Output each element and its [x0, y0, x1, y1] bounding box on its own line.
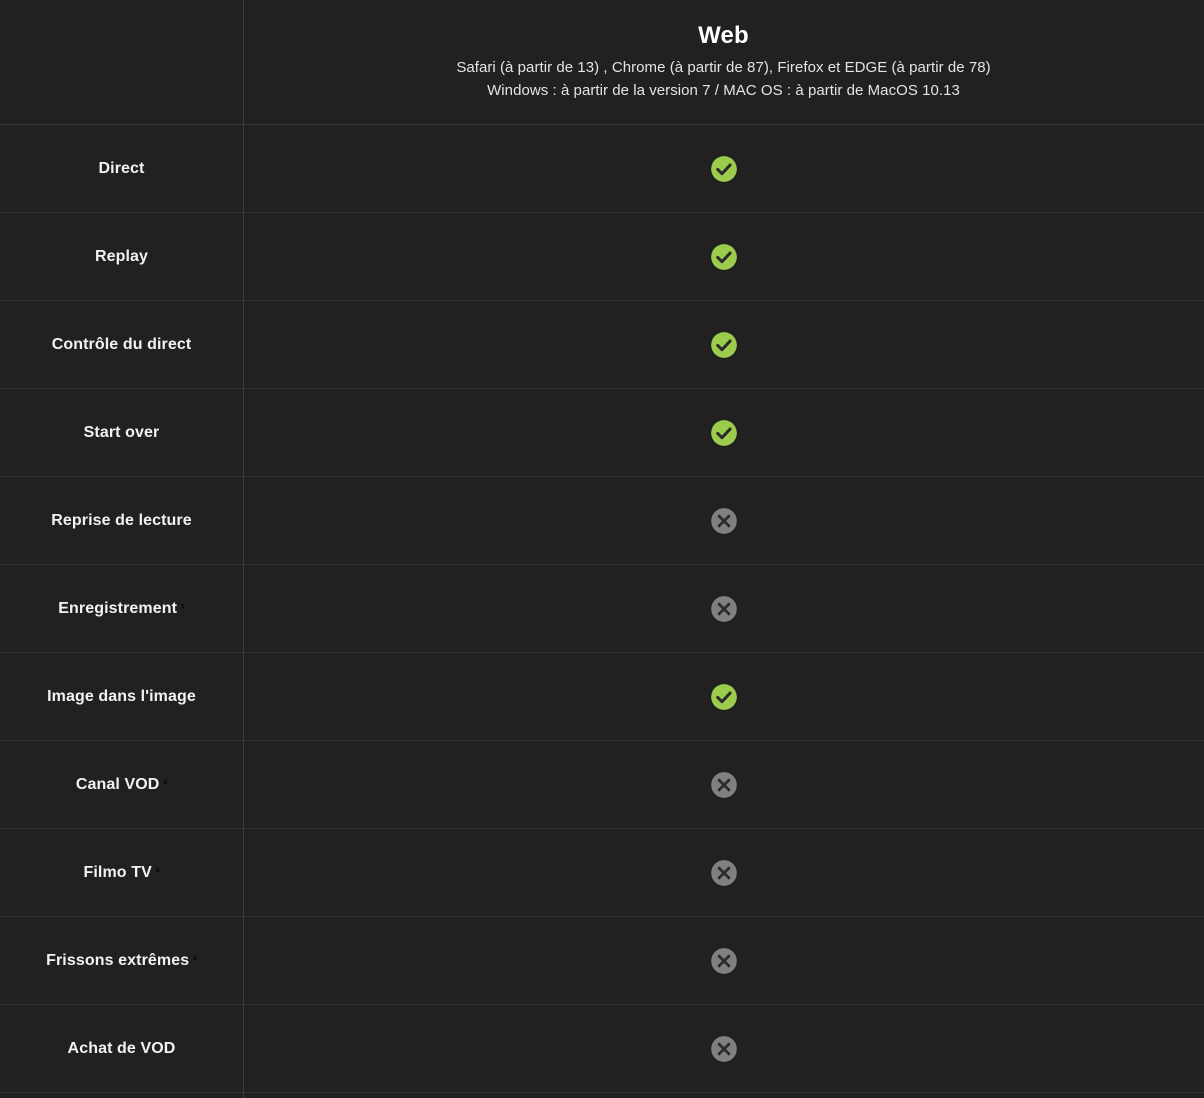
check-circle-icon	[710, 419, 738, 447]
feature-status-cell	[243, 771, 1204, 799]
feature-status-cell	[243, 155, 1204, 183]
feature-status-cell	[243, 507, 1204, 535]
feature-label: Direct	[99, 160, 145, 178]
feature-label: Reprise de lecture	[51, 512, 192, 530]
table-row: Frissons extrêmes ²	[0, 917, 1204, 1005]
header-platform-column: Web Safari (à partir de 13) , Chrome (à …	[243, 22, 1204, 103]
platform-subtitle-line-2: Windows : à partir de la version 7 / MAC…	[487, 79, 960, 102]
feature-footnote-marker: ²	[193, 955, 197, 967]
feature-status-cell	[243, 243, 1204, 271]
feature-label-cell: Direct	[0, 160, 243, 178]
feature-label-cell: Enregistrement ¹	[0, 600, 243, 618]
check-circle-icon	[710, 331, 738, 359]
feature-label: Replay	[95, 248, 148, 266]
check-circle-icon	[710, 243, 738, 271]
table-row: Replay	[0, 213, 1204, 301]
check-circle-icon	[710, 683, 738, 711]
table-row: Canal VOD²	[0, 741, 1204, 829]
feature-label-cell: Reprise de lecture	[0, 512, 243, 530]
cross-circle-icon	[710, 859, 738, 887]
compatibility-table: Web Safari (à partir de 13) , Chrome (à …	[0, 0, 1204, 1098]
feature-status-cell	[243, 1035, 1204, 1063]
feature-footnote-marker: ¹	[181, 603, 185, 615]
feature-label: Frissons extrêmes	[46, 952, 189, 970]
cross-circle-icon	[710, 771, 738, 799]
table-row: Reprise de lecture	[0, 477, 1204, 565]
table-row: Enregistrement ¹	[0, 565, 1204, 653]
feature-status-cell	[243, 947, 1204, 975]
feature-label: Image dans l'image	[47, 688, 196, 706]
feature-label: Canal VOD	[76, 776, 160, 794]
feature-status-cell	[243, 859, 1204, 887]
table-row: Direct	[0, 125, 1204, 213]
feature-footnote-marker: ²	[156, 867, 160, 879]
feature-label: Achat de VOD	[68, 1040, 176, 1058]
feature-label-cell: Achat de VOD	[0, 1040, 243, 1058]
feature-status-cell	[243, 595, 1204, 623]
table-body: Direct Replay Contrôle du direct Start over…	[0, 125, 1204, 1098]
platform-subtitle-line-1: Safari (à partir de 13) , Chrome (à part…	[456, 56, 990, 79]
table-row: Start over	[0, 389, 1204, 477]
feature-label: Start over	[84, 424, 160, 442]
table-row: Image dans l'image	[0, 653, 1204, 741]
feature-footnote-marker: ²	[163, 779, 167, 791]
feature-label-cell: Image dans l'image	[0, 688, 243, 706]
table-row: Achat de VOD	[0, 1005, 1204, 1093]
feature-label: Contrôle du direct	[52, 336, 192, 354]
feature-label: Filmo TV	[83, 864, 151, 882]
feature-label-cell: Contrôle du direct	[0, 336, 243, 354]
cross-circle-icon	[710, 1035, 738, 1063]
feature-label-cell: Replay	[0, 248, 243, 266]
feature-status-cell	[243, 331, 1204, 359]
table-row: Contrôle du direct	[0, 301, 1204, 389]
feature-label: Enregistrement	[58, 600, 177, 618]
cross-circle-icon	[710, 947, 738, 975]
feature-label-cell: Canal VOD²	[0, 776, 243, 794]
feature-status-cell	[243, 419, 1204, 447]
feature-label-cell: Start over	[0, 424, 243, 442]
table-header-row: Web Safari (à partir de 13) , Chrome (à …	[0, 0, 1204, 125]
cross-circle-icon	[710, 507, 738, 535]
cross-circle-icon	[710, 595, 738, 623]
feature-label-cell: Filmo TV ²	[0, 864, 243, 882]
feature-status-cell	[243, 683, 1204, 711]
table-row: Filmo TV ²	[0, 829, 1204, 917]
platform-title: Web	[698, 22, 749, 50]
feature-label-cell: Frissons extrêmes ²	[0, 952, 243, 970]
check-circle-icon	[710, 155, 738, 183]
